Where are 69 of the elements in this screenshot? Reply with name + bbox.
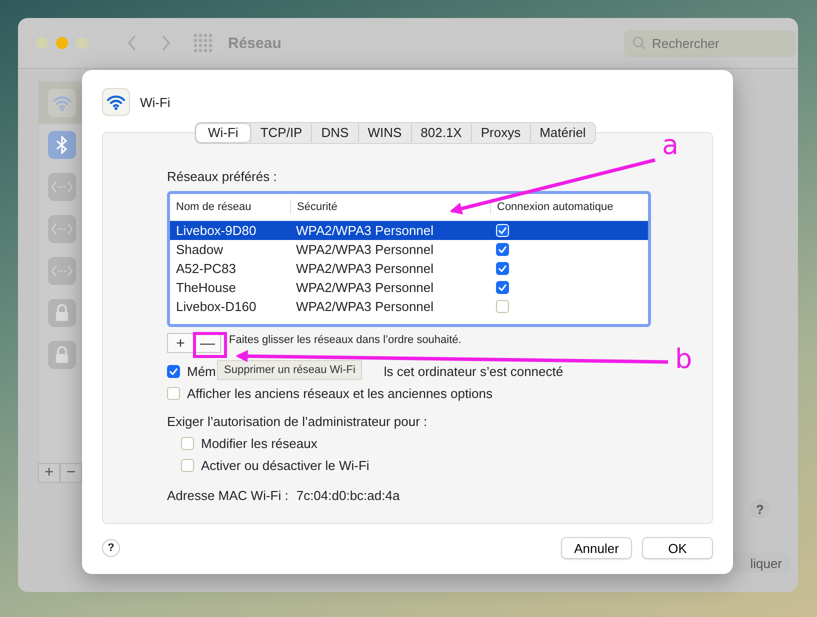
option-checkbox[interactable] xyxy=(167,386,180,400)
tooltip: Supprimer un réseau Wi-Fi xyxy=(217,360,362,380)
table-row[interactable]: TheHouse WPA2/WPA3 Personnel xyxy=(170,278,648,297)
auto-connect-checkbox[interactable] xyxy=(496,262,509,275)
auto-connect-checkbox[interactable] xyxy=(496,281,509,294)
tab[interactable]: TCP/IP xyxy=(250,124,312,142)
option-label: Afficher les anciens réseaux et les anciennes options xyxy=(187,386,492,400)
network-name: Livebox-D160 xyxy=(175,299,258,314)
tab[interactable]: WINS xyxy=(358,124,411,142)
column-header[interactable]: Connexion automatique xyxy=(490,200,648,214)
dialog-title: Wi-Fi xyxy=(140,94,170,110)
dialog-button[interactable]: Annuler xyxy=(561,537,632,559)
table-row[interactable]: Livebox-9D80 WPA2/WPA3 Personnel xyxy=(170,221,648,240)
tab[interactable]: Matériel xyxy=(530,124,595,142)
network-name: Shadow xyxy=(175,242,224,257)
help-button[interactable]: ? xyxy=(102,539,120,557)
apply-button[interactable]: liquer xyxy=(732,553,790,573)
tab[interactable]: DNS xyxy=(311,124,358,142)
column-header[interactable]: Sécurité xyxy=(290,200,490,214)
forward-icon[interactable] xyxy=(160,34,172,52)
add-button[interactable]: + xyxy=(38,463,60,483)
annotation-label: a xyxy=(662,130,679,161)
table-row[interactable]: A52-PC83 WPA2/WPA3 Personnel xyxy=(170,259,648,278)
hint-text: Faites glisser les réseaux dans l’ordre souhaité. xyxy=(229,334,462,346)
column-header[interactable]: Nom de réseau xyxy=(170,200,290,214)
add-button[interactable]: + xyxy=(167,333,194,353)
mac-address: 7c:04:d0:bc:ad:4a xyxy=(296,488,400,502)
option-label: Modifier les réseaux xyxy=(201,436,318,450)
table-row[interactable]: Shadow WPA2/WPA3 Personnel xyxy=(170,240,648,259)
option-checkbox[interactable] xyxy=(181,436,194,450)
window-title: Réseau xyxy=(228,34,282,52)
security-cell-text: WPA2/WPA3 Personnel xyxy=(295,242,435,257)
remove-button[interactable]: − xyxy=(60,463,82,483)
option-checkbox[interactable] xyxy=(181,458,194,472)
grid-icon[interactable] xyxy=(194,34,212,52)
option-label: Activer ou désactiver le Wi-Fi xyxy=(201,458,370,472)
annotation-label: b xyxy=(675,344,692,375)
security-cell-text: WPA2/WPA3 Personnel xyxy=(295,299,435,314)
option-checkbox[interactable] xyxy=(167,364,180,378)
lock-icon xyxy=(55,304,69,322)
dialog-button[interactable]: OK xyxy=(642,537,713,559)
connection-icon xyxy=(51,181,73,193)
option-label: ls cet ordinateur s’est connecté xyxy=(384,364,564,378)
network-name: Livebox-9D80 xyxy=(175,223,258,238)
highlight-frame xyxy=(193,332,227,358)
network-name: A52-PC83 xyxy=(175,261,237,276)
back-icon[interactable] xyxy=(126,34,138,52)
table-row[interactable]: Livebox-D160 WPA2/WPA3 Personnel xyxy=(170,297,648,316)
section-label: Réseaux préférés : xyxy=(167,169,278,184)
security-cell-text: WPA2/WPA3 Personnel xyxy=(295,223,435,238)
tab[interactable]: Wi-Fi xyxy=(196,124,250,142)
tab[interactable]: Proxys xyxy=(470,124,530,142)
wifi-icon xyxy=(102,88,130,116)
connection-icon xyxy=(51,223,73,235)
auto-connect-checkbox[interactable] xyxy=(496,300,509,313)
search-icon xyxy=(632,36,646,50)
connection-icon xyxy=(51,265,73,277)
section-label: Exiger l’autorisation de l’administrateur pour : xyxy=(167,414,428,428)
security-cell-text: WPA2/WPA3 Personnel xyxy=(295,261,435,276)
security-cell-text: WPA2/WPA3 Personnel xyxy=(295,280,435,295)
wifi-icon xyxy=(52,95,72,111)
network-name: TheHouse xyxy=(175,280,237,295)
tab[interactable]: 802.1X xyxy=(410,124,471,142)
help-button[interactable]: ? xyxy=(750,499,770,519)
option-label: Mém xyxy=(187,364,216,378)
bluetooth-icon xyxy=(56,136,68,154)
auto-connect-checkbox[interactable] xyxy=(496,243,509,256)
mac-label: Adresse MAC Wi-Fi : xyxy=(167,488,288,502)
lock-icon xyxy=(55,346,69,364)
